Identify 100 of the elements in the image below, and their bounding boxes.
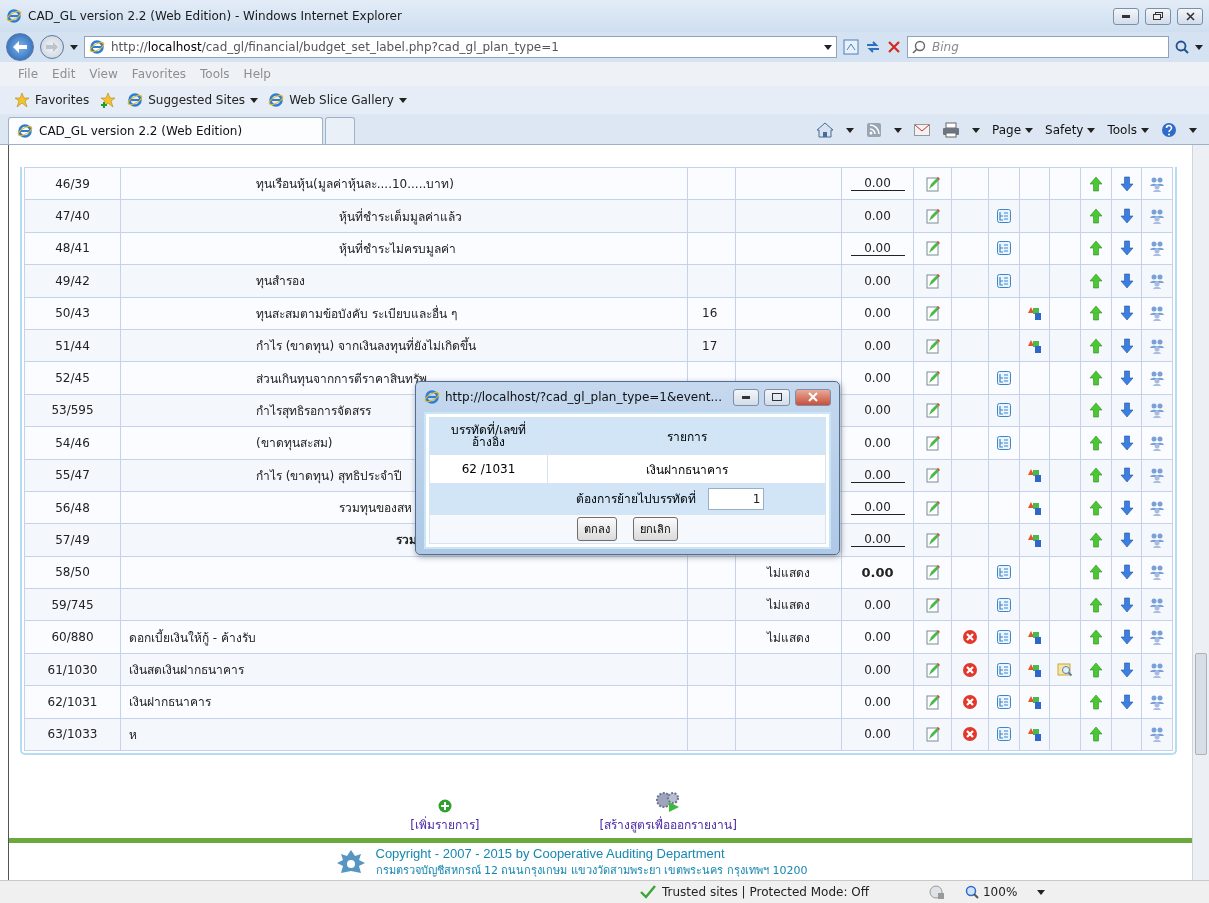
down-arrow-icon[interactable] [1118,467,1135,484]
globe-lock-icon[interactable] [929,884,945,900]
down-arrow-icon[interactable] [1118,305,1135,322]
down-arrow-icon[interactable] [1118,175,1135,192]
mail-icon[interactable] [914,124,930,136]
up-arrow-icon[interactable] [1088,629,1104,646]
down-arrow-icon[interactable] [1118,337,1135,354]
tree-icon[interactable] [996,661,1012,678]
people-icon[interactable] [1149,499,1165,516]
command-menu[interactable]: Page [992,123,1034,137]
tree-icon[interactable] [996,208,1012,225]
shapes-icon[interactable] [1026,629,1043,646]
up-arrow-icon[interactable] [1088,402,1104,419]
edit-icon[interactable] [924,337,941,354]
up-arrow-icon[interactable] [1088,240,1104,257]
shapes-icon[interactable] [1026,305,1043,322]
edit-icon[interactable] [924,272,941,289]
people-icon[interactable] [1149,402,1165,419]
search-field[interactable]: Bing [907,36,1169,58]
address-field[interactable]: http://localhost/cad_gl/financial/budget_set_label.php?cad_gl_plan_type=1 [84,36,837,58]
minimize-button[interactable] [1113,7,1139,25]
people-icon[interactable] [1149,175,1165,192]
delete-icon[interactable] [962,726,978,743]
edit-icon[interactable] [924,175,941,192]
down-arrow-icon[interactable] [1118,208,1135,225]
delete-icon[interactable] [962,661,978,678]
people-icon[interactable] [1149,337,1165,354]
down-arrow-icon[interactable] [1118,693,1135,710]
down-arrow-icon[interactable] [1118,661,1135,678]
down-arrow-icon[interactable] [1118,272,1135,289]
down-arrow-icon[interactable] [1118,596,1135,613]
help-icon[interactable] [1161,122,1177,138]
people-icon[interactable] [1149,370,1165,387]
down-arrow-icon[interactable] [1118,629,1135,646]
restore-button[interactable] [764,388,790,406]
scrollbar[interactable] [1192,145,1209,880]
up-arrow-icon[interactable] [1088,564,1104,581]
people-icon[interactable] [1149,434,1165,451]
tree-icon[interactable] [996,272,1012,289]
tree-icon[interactable] [996,434,1012,451]
up-arrow-icon[interactable] [1088,726,1104,743]
people-icon[interactable] [1149,629,1165,646]
down-arrow-icon[interactable] [1118,370,1135,387]
up-arrow-icon[interactable] [1088,272,1104,289]
add-favorite-icon[interactable] [99,92,118,108]
tree-icon[interactable] [996,402,1012,419]
forward-button[interactable] [40,35,64,59]
tree-icon[interactable] [996,629,1012,646]
shapes-icon[interactable] [1026,532,1043,548]
favorites-button[interactable]: Favorites [14,92,90,108]
zoom-level[interactable]: 100% [983,885,1018,899]
delete-icon[interactable] [962,629,978,646]
edit-icon[interactable] [924,305,941,322]
up-arrow-icon[interactable] [1088,208,1104,225]
up-arrow-icon[interactable] [1088,661,1104,678]
down-arrow-icon[interactable] [1118,564,1135,581]
down-arrow-icon[interactable] [1118,402,1135,419]
edit-icon[interactable] [924,596,941,613]
people-icon[interactable] [1149,305,1165,322]
people-icon[interactable] [1149,532,1165,548]
edit-icon[interactable] [924,532,941,548]
down-arrow-icon[interactable] [1118,434,1135,451]
edit-icon[interactable] [924,499,941,516]
tree-icon[interactable] [996,726,1012,743]
favorites-link[interactable]: Suggested Sites [127,92,259,108]
people-icon[interactable] [1149,467,1165,484]
people-icon[interactable] [1149,596,1165,613]
refresh-icon[interactable] [865,39,881,55]
up-arrow-icon[interactable] [1088,532,1104,548]
people-icon[interactable] [1149,240,1165,257]
shapes-icon[interactable] [1026,467,1043,484]
people-icon[interactable] [1149,564,1165,581]
scrollbar-thumb[interactable] [1195,653,1207,755]
edit-icon[interactable] [924,661,941,678]
browser-tab[interactable] [325,117,355,144]
edit-icon[interactable] [924,434,941,451]
edit-icon[interactable] [924,402,941,419]
down-arrow-icon[interactable] [1118,240,1135,257]
up-arrow-icon[interactable] [1088,175,1104,192]
up-arrow-icon[interactable] [1088,305,1104,322]
people-icon[interactable] [1149,208,1165,225]
people-icon[interactable] [1149,726,1165,743]
tree-icon[interactable] [996,596,1012,613]
home-icon[interactable] [816,122,834,138]
printer-icon[interactable] [942,122,960,138]
browser-tab[interactable]: CAD_GL version 2.2 (Web Edition) [8,117,323,144]
back-button[interactable] [6,33,34,61]
edit-icon[interactable] [924,693,941,710]
minimize-button[interactable] [733,388,759,406]
compatibility-icon[interactable] [843,39,859,55]
edit-icon[interactable] [924,726,941,743]
command-menu[interactable]: Tools [1107,123,1149,137]
tree-icon[interactable] [996,693,1012,710]
zoom-icon[interactable] [965,885,979,899]
favorites-link[interactable]: Web Slice Gallery [268,92,407,108]
up-arrow-icon[interactable] [1088,467,1104,484]
shapes-icon[interactable] [1026,726,1043,743]
up-arrow-icon[interactable] [1088,434,1104,451]
edit-icon[interactable] [924,564,941,581]
tree-icon[interactable] [996,240,1012,257]
